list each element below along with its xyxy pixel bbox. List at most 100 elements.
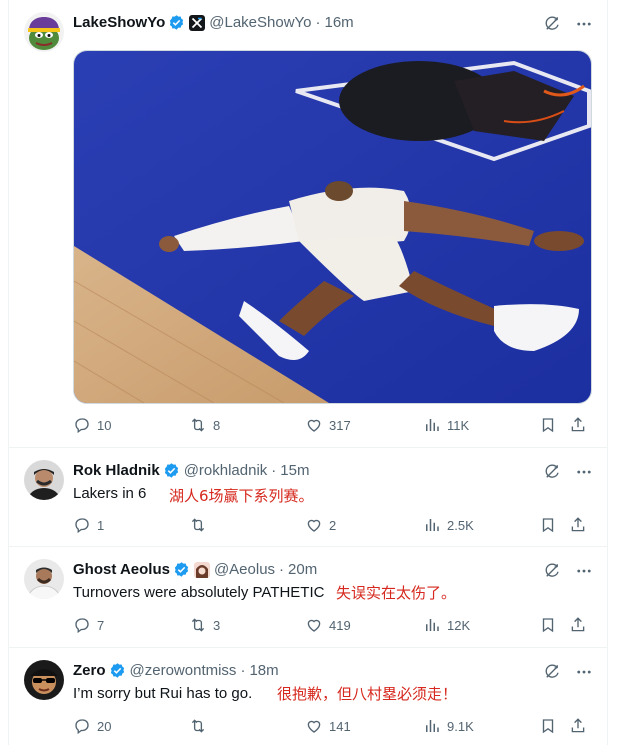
reply-count: 20: [97, 718, 112, 734]
grok-icon[interactable]: [543, 15, 561, 33]
like-button[interactable]: 2: [305, 514, 336, 536]
repost-button[interactable]: [189, 715, 213, 737]
more-options-icon[interactable]: [575, 463, 593, 481]
tweet-top-actions: [543, 562, 593, 580]
tweet-header: Zero @zerowontmiss · 18m: [73, 662, 279, 679]
cartoon-with-sunglasses-avatar-icon: [24, 660, 64, 700]
repost-button[interactable]: 3: [189, 614, 220, 636]
tweet-text: Turnovers were absolutely PATHETIC: [73, 584, 325, 601]
man-in-cap-avatar-icon: [24, 460, 64, 500]
grok-icon[interactable]: [543, 463, 561, 481]
bookmark-button[interactable]: [539, 614, 557, 636]
separator-dot: ·: [240, 662, 246, 679]
tweet-rokhladnik[interactable]: Rok Hladnik @rokhladnik · 15m Lakers in …: [9, 448, 607, 547]
separator-dot: ·: [315, 14, 321, 31]
repost-count: 8: [213, 417, 221, 433]
timestamp[interactable]: 18m: [249, 662, 278, 679]
separator-dot: ·: [271, 462, 277, 479]
tweet-header: Ghost Aeolus @Aeolus · 20m: [73, 561, 317, 578]
display-name[interactable]: Zero: [73, 662, 106, 679]
tweet-top-actions: [543, 663, 593, 681]
tweet-text: Lakers in 6: [73, 485, 147, 502]
translation-annotation: 失误实在太伤了。: [336, 584, 457, 602]
tweet-text: I’m sorry but Rui has to go.: [73, 685, 253, 702]
reply-count: 10: [97, 417, 112, 433]
repost-button[interactable]: [189, 514, 213, 536]
avatar[interactable]: [24, 559, 64, 599]
handle[interactable]: @rokhladnik: [184, 462, 268, 479]
handle[interactable]: @Aeolus: [214, 561, 275, 578]
verified-badge-icon: [173, 561, 190, 578]
more-options-icon[interactable]: [575, 15, 593, 33]
avatar[interactable]: [24, 460, 64, 500]
translation-annotation: 湖人6场赢下系列赛。: [169, 487, 314, 505]
tweet-actions: 7 3 419 12K: [73, 614, 593, 636]
display-name[interactable]: Rok Hladnik: [73, 462, 160, 479]
tweet-actions: 10 8 317 11K: [73, 414, 593, 436]
timeline-feed: LakeShowYo @LakeShowYo · 16m 10 8 317 11…: [8, 0, 608, 745]
translation-annotation: 很抱歉，但八村塁必须走！: [277, 685, 458, 703]
share-button[interactable]: [569, 614, 587, 636]
tweet-zerowontmiss[interactable]: Zero @zerowontmiss · 18m I’m sorry but R…: [9, 648, 607, 745]
like-count: 141: [329, 718, 351, 734]
reply-count: 1: [97, 517, 105, 533]
share-button[interactable]: [569, 715, 587, 737]
tweet-header: LakeShowYo @LakeShowYo · 16m: [73, 14, 354, 31]
like-count: 2: [329, 517, 337, 533]
reply-button[interactable]: 20: [73, 715, 111, 737]
like-button[interactable]: 419: [305, 614, 351, 636]
reply-button[interactable]: 7: [73, 614, 104, 636]
like-count: 419: [329, 617, 351, 633]
verified-badge-icon: [163, 462, 180, 479]
reply-count: 7: [97, 617, 105, 633]
reply-button[interactable]: 1: [73, 514, 104, 536]
grok-icon[interactable]: [543, 663, 561, 681]
repost-count: 3: [213, 617, 221, 633]
view-count: 11K: [447, 417, 470, 433]
views-button[interactable]: 2.5K: [423, 514, 474, 536]
handle[interactable]: @LakeShowYo: [209, 14, 311, 31]
tweet-actions: 1 2 2.5K: [73, 514, 593, 536]
like-button[interactable]: 141: [305, 715, 351, 737]
separator-dot: ·: [279, 561, 285, 578]
grok-icon[interactable]: [543, 562, 561, 580]
share-button[interactable]: [569, 514, 587, 536]
tweet-aeolus[interactable]: Ghost Aeolus @Aeolus · 20m Turnovers wer…: [9, 547, 607, 648]
verified-badge-icon: [168, 14, 185, 31]
repost-button[interactable]: 8: [189, 414, 220, 436]
more-options-icon[interactable]: [575, 562, 593, 580]
more-options-icon[interactable]: [575, 663, 593, 681]
views-button[interactable]: 11K: [423, 414, 469, 436]
share-button[interactable]: [569, 414, 587, 436]
tweet-lakeshowyo[interactable]: LakeShowYo @LakeShowYo · 16m 10 8 317 11…: [9, 0, 607, 448]
view-count: 12K: [447, 617, 471, 633]
display-name[interactable]: Ghost Aeolus: [73, 561, 170, 578]
tweet-actions: 20 141 9.1K: [73, 715, 593, 737]
bookmark-button[interactable]: [539, 514, 557, 536]
views-button[interactable]: 9.1K: [423, 715, 474, 737]
verified-badge-icon: [109, 662, 126, 679]
reply-button[interactable]: 10: [73, 414, 111, 436]
tweet-media-image[interactable]: [73, 50, 592, 404]
view-count: 2.5K: [447, 517, 474, 533]
x-logo-badge-icon[interactable]: [189, 14, 206, 31]
views-button[interactable]: 12K: [423, 614, 470, 636]
timestamp[interactable]: 16m: [325, 14, 354, 31]
display-name[interactable]: LakeShowYo: [73, 14, 165, 31]
view-count: 9.1K: [447, 718, 474, 734]
like-button[interactable]: 317: [305, 414, 351, 436]
like-count: 317: [329, 417, 351, 433]
tweet-header: Rok Hladnik @rokhladnik · 15m: [73, 462, 309, 479]
timestamp[interactable]: 15m: [280, 462, 309, 479]
bookmark-button[interactable]: [539, 715, 557, 737]
handle[interactable]: @zerowontmiss: [130, 662, 237, 679]
avatar[interactable]: [24, 12, 64, 52]
basketball-player-lying-on-court-icon: [74, 51, 591, 403]
anime-avatar-badge-icon[interactable]: [193, 561, 210, 578]
man-in-white-shirt-avatar-icon: [24, 559, 64, 599]
tweet-top-actions: [543, 15, 593, 33]
timestamp[interactable]: 20m: [288, 561, 317, 578]
bookmark-button[interactable]: [539, 414, 557, 436]
avatar[interactable]: [24, 660, 64, 700]
pepe-frog-avatar-icon: [24, 12, 64, 52]
